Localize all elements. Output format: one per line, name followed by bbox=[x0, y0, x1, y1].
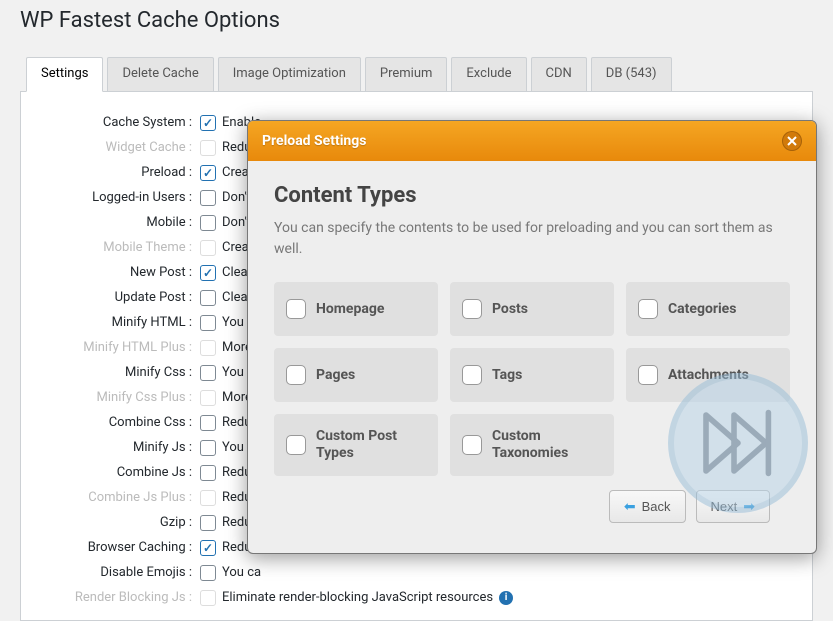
content-type-homepage[interactable]: Homepage bbox=[274, 282, 438, 336]
setting-row: Render Blocking Js : Eliminate render-blo… bbox=[41, 585, 792, 610]
content-type-checkbox[interactable] bbox=[286, 365, 306, 385]
content-type-label: Pages bbox=[316, 367, 355, 384]
setting-label: Combine Js Plus : bbox=[41, 490, 196, 505]
setting-label: Minify Css Plus : bbox=[41, 390, 196, 405]
setting-row: Disable Emojis : You ca bbox=[41, 560, 792, 585]
content-type-pages[interactable]: Pages bbox=[274, 348, 438, 402]
setting-checkbox[interactable] bbox=[200, 515, 216, 531]
setting-checkbox[interactable] bbox=[200, 365, 216, 381]
tab-premium[interactable]: Premium bbox=[365, 57, 448, 91]
setting-checkbox[interactable] bbox=[200, 565, 216, 581]
setting-label: Minify HTML Plus : bbox=[41, 340, 196, 355]
back-button-label: Back bbox=[642, 499, 671, 514]
setting-checkbox[interactable] bbox=[200, 190, 216, 206]
setting-label: Combine Js : bbox=[41, 465, 196, 480]
preload-settings-modal: Preload Settings Content Types You can s… bbox=[247, 120, 817, 554]
setting-label: Preload : bbox=[41, 165, 196, 180]
content-type-checkbox[interactable] bbox=[286, 299, 306, 319]
setting-label: Minify Css : bbox=[41, 365, 196, 380]
content-type-label: Tags bbox=[492, 367, 522, 384]
content-type-categories[interactable]: Categories bbox=[626, 282, 790, 336]
modal-header: Preload Settings bbox=[248, 121, 816, 161]
content-type-label: Homepage bbox=[316, 301, 384, 318]
tab-exclude[interactable]: Exclude bbox=[451, 57, 526, 91]
setting-desc: You ca bbox=[222, 565, 261, 580]
modal-footer: ⬅ Back Next ➡ bbox=[274, 476, 790, 541]
content-type-custom-taxonomies[interactable]: Custom Taxonomies bbox=[450, 414, 614, 476]
arrow-right-icon: ➡ bbox=[743, 498, 755, 515]
setting-label: Minify Js : bbox=[41, 440, 196, 455]
modal-heading: Content Types bbox=[274, 183, 790, 208]
content-type-checkbox[interactable] bbox=[462, 435, 482, 455]
content-type-checkbox[interactable] bbox=[638, 365, 658, 385]
setting-label: Combine Css : bbox=[41, 415, 196, 430]
next-button-label: Next bbox=[711, 499, 738, 514]
setting-checkbox[interactable] bbox=[200, 265, 216, 281]
setting-checkbox[interactable] bbox=[200, 590, 216, 606]
content-type-tags[interactable]: Tags bbox=[450, 348, 614, 402]
tab-db-543-[interactable]: DB (543) bbox=[591, 57, 672, 91]
setting-label: Minify HTML : bbox=[41, 315, 196, 330]
setting-label: New Post : bbox=[41, 265, 196, 280]
setting-checkbox[interactable] bbox=[200, 340, 216, 356]
tab-image-optimization[interactable]: Image Optimization bbox=[218, 57, 361, 91]
setting-label: Render Blocking Js : bbox=[41, 590, 196, 605]
setting-checkbox[interactable] bbox=[200, 440, 216, 456]
setting-checkbox[interactable] bbox=[200, 240, 216, 256]
content-type-attachments[interactable]: Attachments bbox=[626, 348, 790, 402]
back-button[interactable]: ⬅ Back bbox=[609, 490, 686, 523]
content-type-custom-post-types[interactable]: Custom Post Types bbox=[274, 414, 438, 476]
modal-close-button[interactable] bbox=[782, 131, 802, 151]
setting-checkbox[interactable] bbox=[200, 115, 216, 131]
modal-title: Preload Settings bbox=[262, 133, 366, 149]
setting-label: Mobile : bbox=[41, 215, 196, 230]
content-types-grid: Homepage Posts Categories Pages Tags Attachme… bbox=[274, 282, 790, 476]
tab-settings[interactable]: Settings bbox=[26, 57, 103, 92]
content-type-label: Categories bbox=[668, 301, 736, 318]
setting-label: Widget Cache : bbox=[41, 140, 196, 155]
content-type-label: Custom Taxonomies bbox=[492, 428, 602, 462]
content-type-checkbox[interactable] bbox=[638, 299, 658, 319]
content-type-label: Attachments bbox=[668, 367, 749, 384]
content-type-checkbox[interactable] bbox=[462, 365, 482, 385]
tab-bar: SettingsDelete CacheImage OptimizationPr… bbox=[20, 51, 813, 92]
setting-label: Browser Caching : bbox=[41, 540, 196, 555]
content-type-label: Posts bbox=[492, 301, 528, 318]
setting-checkbox[interactable] bbox=[200, 415, 216, 431]
content-type-label: Custom Post Types bbox=[316, 428, 426, 462]
content-type-checkbox[interactable] bbox=[462, 299, 482, 319]
arrow-left-icon: ⬅ bbox=[624, 498, 636, 515]
next-button[interactable]: Next ➡ bbox=[696, 490, 770, 523]
setting-label: Update Post : bbox=[41, 290, 196, 305]
setting-label: Logged-in Users : bbox=[41, 190, 196, 205]
modal-body: Content Types You can specify the conten… bbox=[248, 161, 816, 553]
setting-checkbox[interactable] bbox=[200, 290, 216, 306]
setting-checkbox[interactable] bbox=[200, 215, 216, 231]
setting-label: Cache System : bbox=[41, 115, 196, 130]
content-type-checkbox[interactable] bbox=[286, 435, 306, 455]
close-icon bbox=[787, 136, 797, 146]
setting-checkbox[interactable] bbox=[200, 165, 216, 181]
modal-lead: You can specify the contents to be used … bbox=[274, 218, 790, 260]
setting-checkbox[interactable] bbox=[200, 390, 216, 406]
setting-checkbox[interactable] bbox=[200, 140, 216, 156]
setting-checkbox[interactable] bbox=[200, 465, 216, 481]
tab-delete-cache[interactable]: Delete Cache bbox=[107, 57, 213, 91]
content-type-posts[interactable]: Posts bbox=[450, 282, 614, 336]
page-title: WP Fastest Cache Options bbox=[20, 0, 813, 51]
setting-label: Disable Emojis : bbox=[41, 565, 196, 580]
setting-label: Gzip : bbox=[41, 515, 196, 530]
setting-desc: Eliminate render-blocking JavaScript res… bbox=[222, 590, 493, 605]
setting-checkbox[interactable] bbox=[200, 490, 216, 506]
setting-checkbox[interactable] bbox=[200, 540, 216, 556]
setting-label: Mobile Theme : bbox=[41, 240, 196, 255]
setting-checkbox[interactable] bbox=[200, 315, 216, 331]
tab-cdn[interactable]: CDN bbox=[531, 57, 587, 91]
